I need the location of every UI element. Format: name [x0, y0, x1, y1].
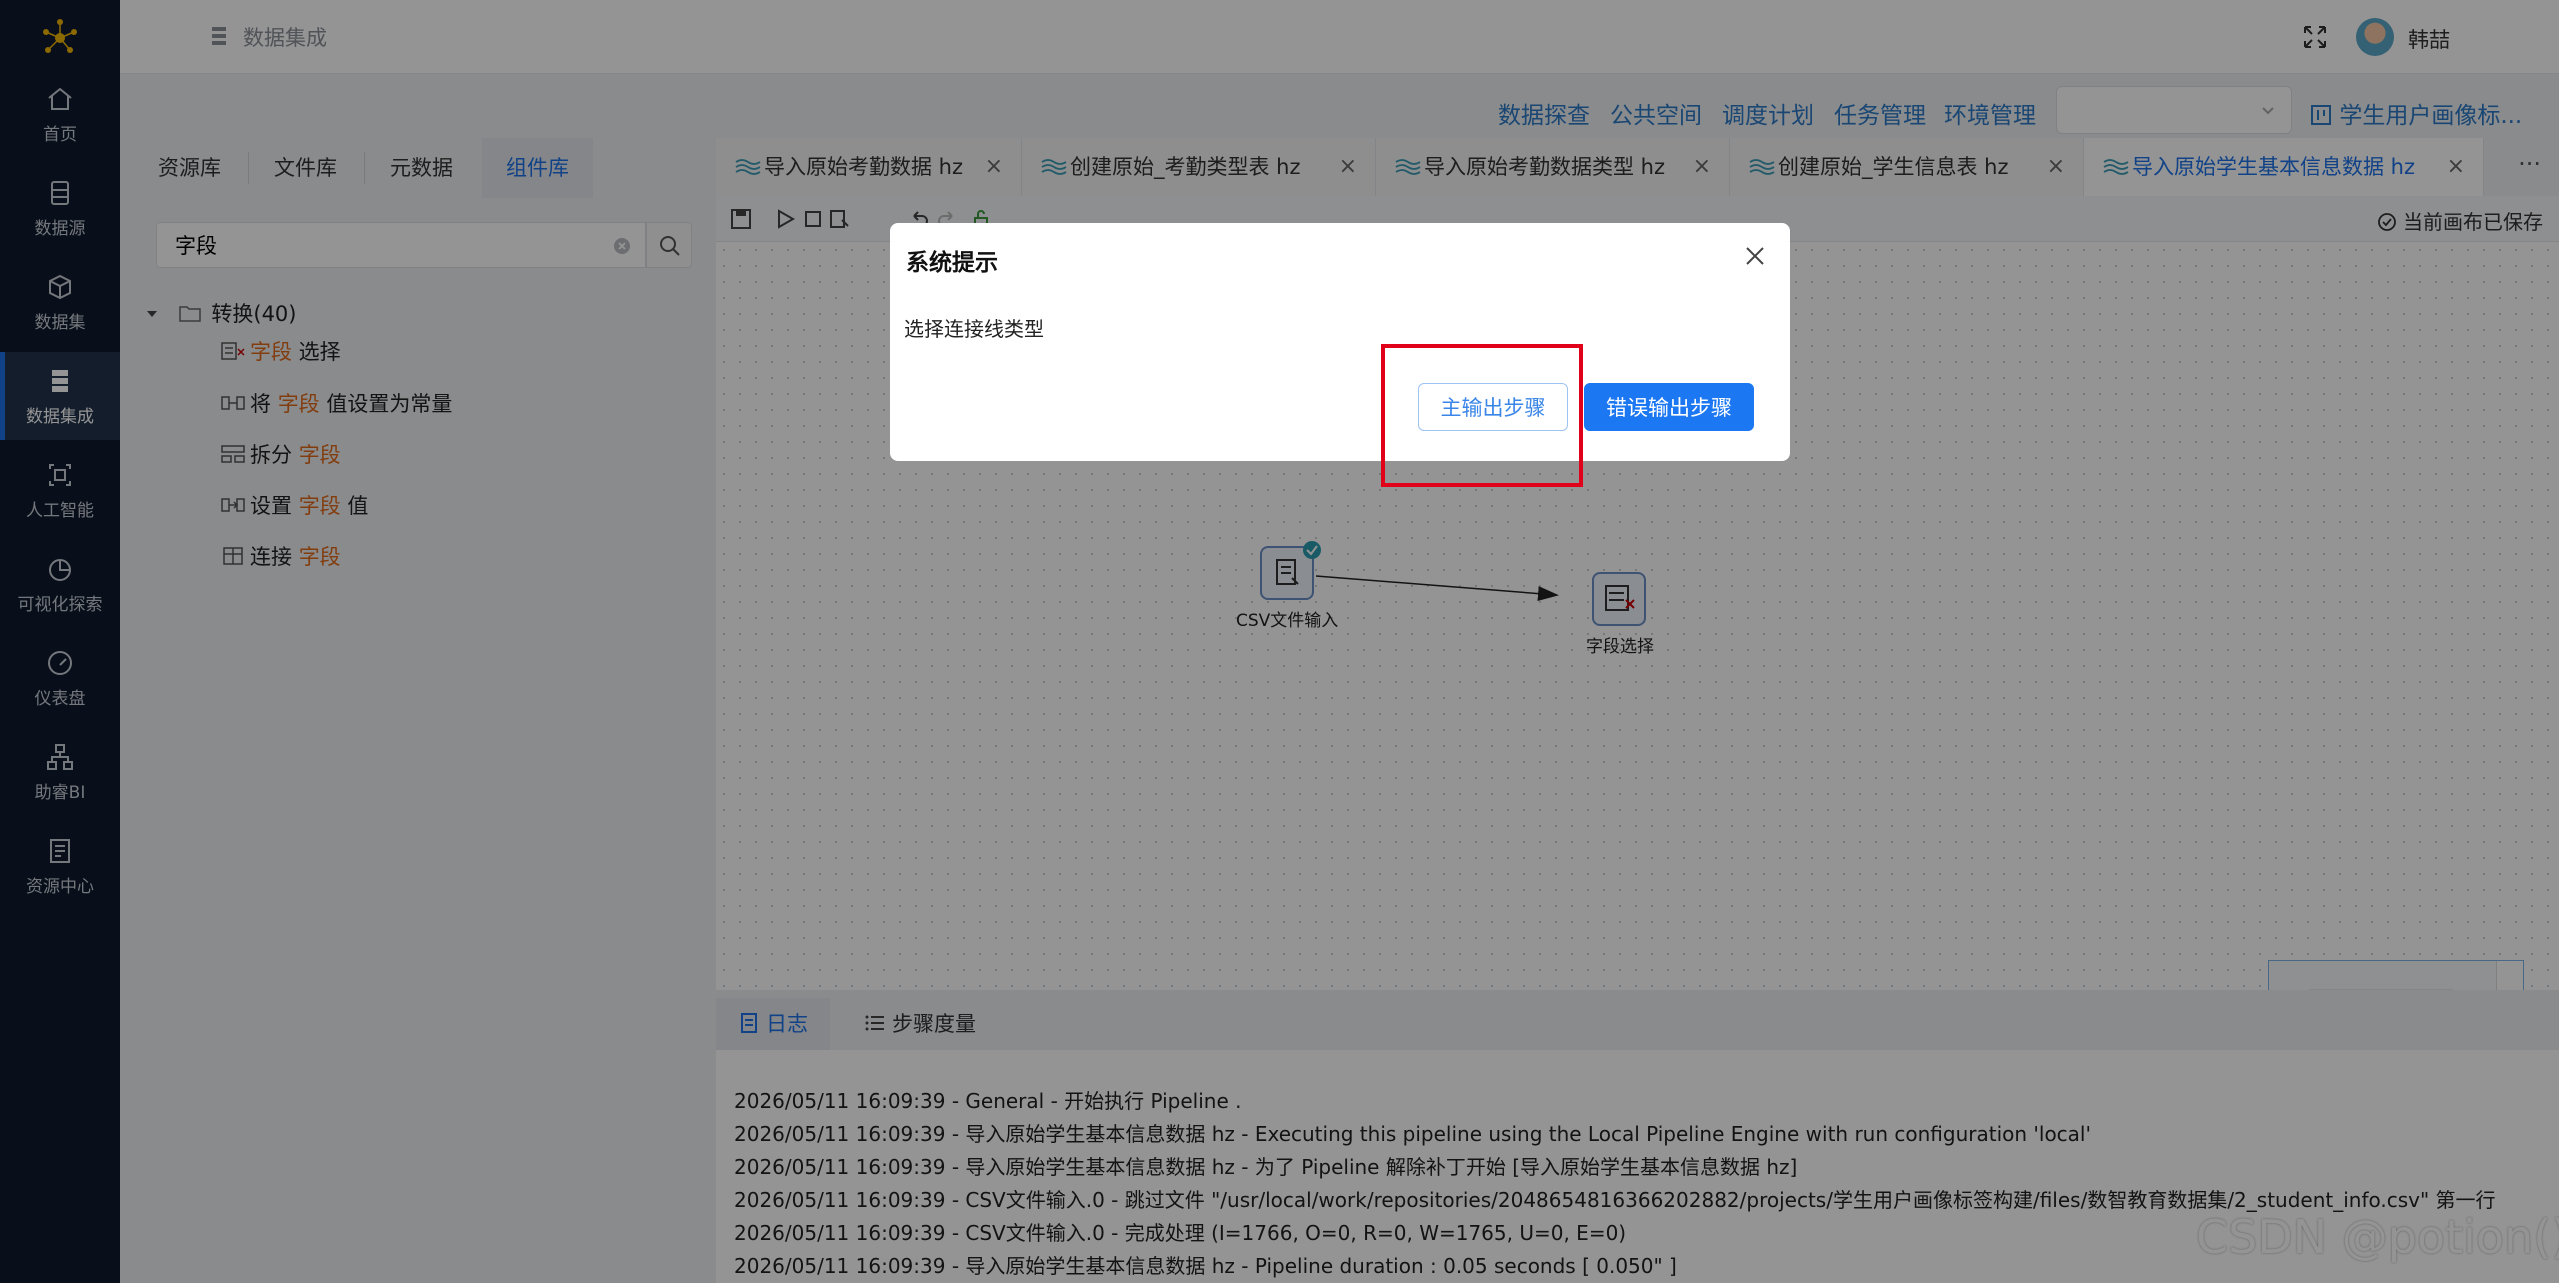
- system-dialog: 系统提示 选择连接线类型 主输出步骤 错误输出步骤: [890, 223, 1790, 461]
- annotation-highlight-box: [1381, 344, 1583, 487]
- error-output-step-button[interactable]: 错误输出步骤: [1584, 383, 1754, 431]
- close-icon[interactable]: [1742, 243, 1768, 269]
- modal-overlay[interactable]: [0, 0, 2559, 1283]
- dialog-message: 选择连接线类型: [904, 317, 1044, 341]
- dialog-title: 系统提示: [906, 250, 998, 276]
